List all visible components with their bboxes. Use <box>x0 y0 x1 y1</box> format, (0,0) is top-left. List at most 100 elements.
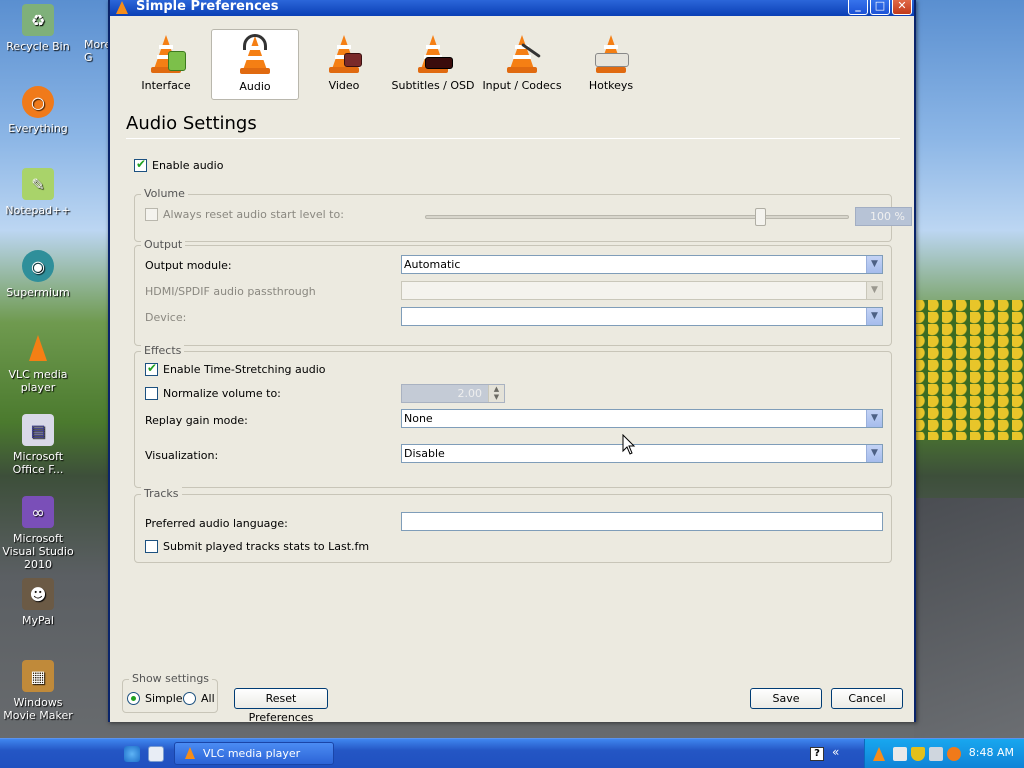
everything-search-icon[interactable] <box>947 747 961 761</box>
movie-maker-film-icon: ▦ <box>22 660 54 692</box>
normalize-volume-checkbox[interactable] <box>145 387 158 400</box>
group-label: Effects <box>141 344 185 357</box>
replay-gain-label: Replay gain mode: <box>145 414 248 427</box>
notepad-plus-plus-icon: ✎ <box>22 168 54 200</box>
mouse-pointer-icon <box>622 433 636 459</box>
enable-audio-label: Enable audio <box>152 159 224 172</box>
minimize-button[interactable]: _ <box>848 0 868 15</box>
desktop-icon-recycle-bin[interactable]: ♻ Recycle Bin <box>0 4 76 53</box>
volume-level-value: 100 % <box>855 207 912 226</box>
all-radio-label: All <box>201 692 215 705</box>
normalize-volume-value: 2.00 <box>457 387 483 400</box>
desktop-icon-notepad[interactable]: ✎ Notepad++ <box>0 168 76 217</box>
reset-preferences-button[interactable]: Reset Preferences <box>234 688 328 724</box>
internet-explorer-icon[interactable] <box>124 746 140 762</box>
preferred-language-input[interactable] <box>401 512 883 531</box>
category-label: Video <box>328 79 360 92</box>
vlc-tray-icon[interactable] <box>873 747 885 761</box>
cancel-button[interactable]: Cancel <box>831 688 903 709</box>
lastfm-label: Submit played tracks stats to Last.fm <box>163 540 370 553</box>
reset-audio-level-checkbox[interactable] <box>145 208 158 221</box>
show-desktop-icon[interactable] <box>148 746 164 762</box>
desktop-icon-label: Recycle Bin <box>6 40 70 53</box>
output-module-value: Automatic <box>404 258 461 271</box>
category-subtitles-osd[interactable]: Subtitles / OSD <box>389 29 477 100</box>
replay-gain-select[interactable]: None ▼ <box>401 409 883 428</box>
desktop-wallpaper-road <box>914 498 1024 738</box>
volume-slider-thumb[interactable] <box>755 208 766 226</box>
maximize-button[interactable]: □ <box>870 0 890 15</box>
group-label: Tracks <box>141 487 182 500</box>
category-label: Audio <box>239 80 271 93</box>
tracks-group: Tracks Preferred audio language: Submit … <box>134 487 892 563</box>
subtitles-icon <box>413 33 453 77</box>
visualization-value: Disable <box>404 447 445 460</box>
time-stretching-checkbox[interactable]: ✔ <box>145 361 158 376</box>
passthrough-select[interactable]: ▼ <box>401 281 883 300</box>
category-hotkeys[interactable]: Hotkeys <box>567 29 655 100</box>
desktop-icon-partial[interactable]: More G <box>84 38 108 64</box>
desktop-icon-mypal[interactable]: ☻ MyPal <box>0 578 76 627</box>
video-icon <box>324 33 364 77</box>
speaker-icon[interactable] <box>929 747 943 761</box>
hotkeys-icon <box>591 33 631 77</box>
category-interface[interactable]: Interface <box>122 29 210 100</box>
desktop-icon-visual-studio[interactable]: ∞ Microsoft Visual Studio 2010 <box>0 496 76 571</box>
desktop-icon-supermium[interactable]: ◉ Supermium <box>0 250 76 299</box>
taskbar: VLC media player ? « 8:48 AM <box>0 738 1024 768</box>
close-button[interactable]: ✕ <box>892 0 912 15</box>
help-icon[interactable]: ? <box>810 747 824 761</box>
checkmark-icon: ✔ <box>147 361 158 375</box>
passthrough-label: HDMI/SPDIF audio passthrough <box>145 285 316 298</box>
output-module-select[interactable]: Automatic ▼ <box>401 255 883 274</box>
device-label: Device: <box>145 311 187 324</box>
desktop-icon-everything[interactable]: ○ Everything <box>0 86 76 135</box>
taskbar-vlc-button[interactable]: VLC media player <box>174 742 334 765</box>
desktop-wallpaper-flowers <box>914 300 1024 440</box>
simple-radio-label: Simple <box>145 692 183 705</box>
preferences-window: Simple Preferences _ □ ✕ Interface Audio <box>108 0 916 724</box>
volume-slider-track[interactable] <box>425 215 849 219</box>
taskbar-clock[interactable]: 8:48 AM <box>969 746 1014 759</box>
title-divider <box>126 138 900 139</box>
taskbar-task-label: VLC media player <box>203 747 301 760</box>
desktop-icon-label: Supermium <box>6 286 70 299</box>
enable-audio-checkbox[interactable]: ✔ <box>134 157 147 172</box>
replay-gain-value: None <box>404 412 433 425</box>
save-button[interactable]: Save <box>750 688 822 709</box>
interface-icon <box>146 33 186 77</box>
output-module-label: Output module: <box>145 259 232 272</box>
spin-arrows-icon[interactable]: ▲ ▼ <box>488 385 504 402</box>
mypal-raccoon-icon: ☻ <box>22 578 54 610</box>
desktop-icon-office[interactable]: ▤ Microsoft Office F... <box>0 414 76 476</box>
preferences-body: Interface Audio Video Subtitles / OSD In… <box>110 16 914 724</box>
visualization-label: Visualization: <box>145 449 219 462</box>
recycle-bin-icon: ♻ <box>22 4 54 36</box>
desktop-icon-movie-maker[interactable]: ▦ Windows Movie Maker <box>0 660 76 722</box>
window-titlebar[interactable]: Simple Preferences _ □ ✕ <box>110 0 914 16</box>
desktop-icon-vlc[interactable]: VLC media player <box>0 332 76 394</box>
visualization-select[interactable]: Disable ▼ <box>401 444 883 463</box>
desktop-icon-label: VLC media player <box>8 368 68 394</box>
category-label: Subtitles / OSD <box>391 79 475 92</box>
all-radio[interactable] <box>183 692 196 705</box>
time-stretching-label: Enable Time-Stretching audio <box>163 363 326 376</box>
radio-selected-dot <box>131 696 136 701</box>
desktop-icon-label: Microsoft Visual Studio 2010 <box>2 532 74 571</box>
supermium-icon: ◉ <box>22 250 54 282</box>
category-input-codecs[interactable]: Input / Codecs <box>478 29 566 100</box>
security-shield-icon[interactable] <box>911 747 925 761</box>
simple-radio[interactable] <box>127 692 140 705</box>
category-audio[interactable]: Audio <box>211 29 299 100</box>
normalize-volume-spinbox[interactable]: 2.00 ▲ ▼ <box>401 384 505 403</box>
page-title: Audio Settings <box>126 113 257 134</box>
network-icon[interactable] <box>893 747 907 761</box>
chevron-left-icon[interactable]: « <box>832 745 839 759</box>
category-video[interactable]: Video <box>300 29 388 100</box>
desktop-icon-label: Notepad++ <box>5 204 71 217</box>
normalize-volume-label: Normalize volume to: <box>163 387 281 400</box>
office-file-icon: ▤ <box>22 414 54 446</box>
lastfm-checkbox[interactable] <box>145 540 158 553</box>
audio-headphones-icon <box>235 34 275 78</box>
device-select[interactable]: ▼ <box>401 307 883 326</box>
